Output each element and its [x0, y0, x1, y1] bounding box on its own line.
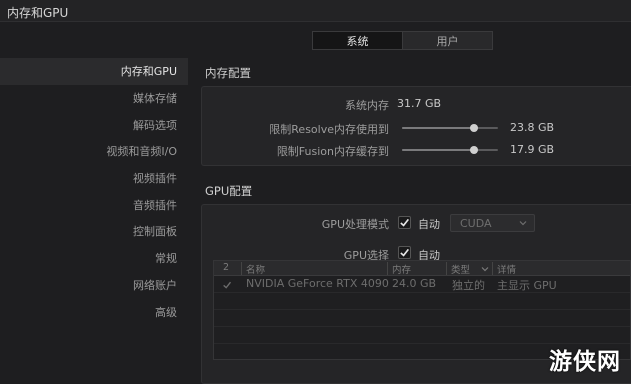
sidebar-item-memory-gpu[interactable]: 内存和GPU [0, 58, 188, 85]
fusion-limit-handle[interactable] [470, 146, 478, 154]
col-count: 2 [223, 262, 230, 273]
table-row-empty [214, 310, 630, 327]
resolve-limit-label: 限制Resolve内存使用到 [269, 123, 389, 136]
memory-section-title: 内存配置 [205, 66, 251, 80]
gpu-mode-dropdown[interactable]: CUDA [450, 214, 535, 232]
gpu-mode-dropdown-value: CUDA [460, 216, 492, 230]
fusion-limit-fill [402, 149, 474, 151]
resolve-limit-fill [402, 127, 474, 129]
col-type[interactable]: 类型 [446, 262, 470, 276]
resolve-limit-slider[interactable] [402, 124, 498, 132]
col-memory[interactable]: 内存 [387, 262, 411, 276]
fusion-limit-label: 限制Fusion内存缓存到 [276, 145, 389, 158]
scope-tabs: 系统 用户 [312, 31, 493, 50]
col-name[interactable]: 名称 [241, 262, 265, 276]
table-row[interactable]: NVIDIA GeForce RTX 4090 24.0 GB 独立的 主显示 … [214, 276, 630, 293]
sort-chevron-icon[interactable] [481, 265, 489, 273]
gpu-mode-auto-checkbox[interactable] [398, 216, 411, 229]
resolve-limit-handle[interactable] [470, 124, 478, 132]
gpu-name: NVIDIA GeForce RTX 4090 [246, 277, 389, 290]
memory-panel: 系统内存 31.7 GB 限制Resolve内存使用到 23.8 GB 限制Fu… [201, 86, 631, 166]
system-memory-label: 系统内存 [345, 99, 389, 112]
sidebar-item-media-storage[interactable]: 媒体存储 [0, 85, 188, 112]
gpu-mode-auto-label: 自动 [418, 218, 440, 231]
sidebar-item-video-audio-io[interactable]: 视频和音频I/O [0, 138, 188, 165]
table-row-empty [214, 293, 630, 310]
gpu-type: 独立的 [452, 279, 485, 292]
title-bar: 内存和GPU [0, 0, 631, 22]
system-memory-value: 31.7 GB [397, 97, 442, 110]
sidebar-item-advanced[interactable]: 高级 [0, 298, 188, 325]
chevron-down-icon [519, 221, 527, 226]
sidebar-item-control-panels[interactable]: 控制面板 [0, 218, 188, 245]
gpu-select-auto-checkbox[interactable] [398, 246, 411, 259]
window-title: 内存和GPU [7, 6, 69, 20]
fusion-limit-value: 17.9 GB [510, 143, 555, 156]
checkmark-icon [400, 218, 409, 227]
gpu-detail: 主显示 GPU [497, 279, 557, 292]
tab-user[interactable]: 用户 [402, 32, 492, 49]
row-check-icon[interactable] [222, 280, 232, 290]
checkmark-icon [400, 248, 409, 257]
sidebar-item-audio-plugins[interactable]: 音频插件 [0, 191, 188, 218]
col-detail[interactable]: 详情 [492, 262, 516, 276]
sidebar-item-decode-options[interactable]: 解码选项 [0, 111, 188, 138]
gpu-table-header: 2 名称 内存 类型 详情 [214, 261, 630, 276]
sidebar-item-video-plugins[interactable]: 视频插件 [0, 165, 188, 192]
gpu-section-title: GPU配置 [205, 184, 253, 198]
tab-system[interactable]: 系统 [313, 32, 402, 49]
gpu-mode-label: GPU处理模式 [321, 218, 389, 231]
settings-sidebar: 内存和GPU 媒体存储 解码选项 视频和音频I/O 视频插件 音频插件 控制面板… [0, 58, 188, 325]
sidebar-item-internet-accounts[interactable]: 网络账户 [0, 272, 188, 299]
resolve-limit-value: 23.8 GB [510, 121, 555, 134]
fusion-limit-slider[interactable] [402, 146, 498, 154]
gpu-memory: 24.0 GB [392, 277, 437, 290]
sidebar-item-general[interactable]: 常规 [0, 245, 188, 272]
site-watermark: 游侠网 [549, 349, 621, 375]
